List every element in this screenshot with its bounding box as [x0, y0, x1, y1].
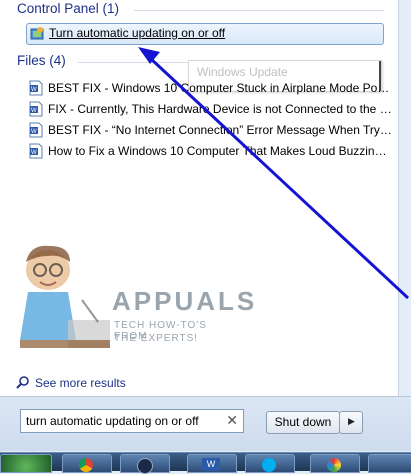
annotation-arrow: [138, 47, 410, 300]
